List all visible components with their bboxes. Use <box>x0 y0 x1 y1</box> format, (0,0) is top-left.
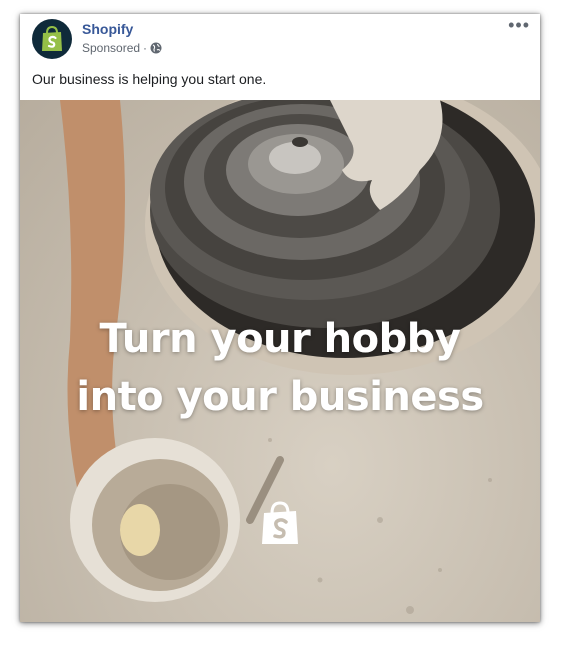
page-name-link[interactable]: Shopify <box>82 21 133 37</box>
post-header: Shopify Sponsored · ••• Our business is … <box>20 14 540 100</box>
ad-headline: Turn your hobby into your business <box>20 310 540 426</box>
post-meta: Sponsored · <box>82 41 162 55</box>
shopify-bag-icon <box>42 26 62 51</box>
globe-icon[interactable] <box>150 42 162 54</box>
page-avatar[interactable] <box>32 19 72 59</box>
more-options-button[interactable]: ••• <box>508 16 530 34</box>
shopify-bag-icon <box>262 501 298 544</box>
headline-line-2: into your business <box>76 374 484 420</box>
ad-image[interactable]: Turn your hobby into your business <box>20 100 540 622</box>
meta-separator: · <box>143 41 148 55</box>
sponsored-post-card: Shopify Sponsored · ••• Our business is … <box>20 14 540 622</box>
post-text: Our business is helping you start one. <box>32 71 267 87</box>
headline-line-1: Turn your hobby <box>99 316 461 362</box>
sponsored-label[interactable]: Sponsored <box>82 41 140 55</box>
